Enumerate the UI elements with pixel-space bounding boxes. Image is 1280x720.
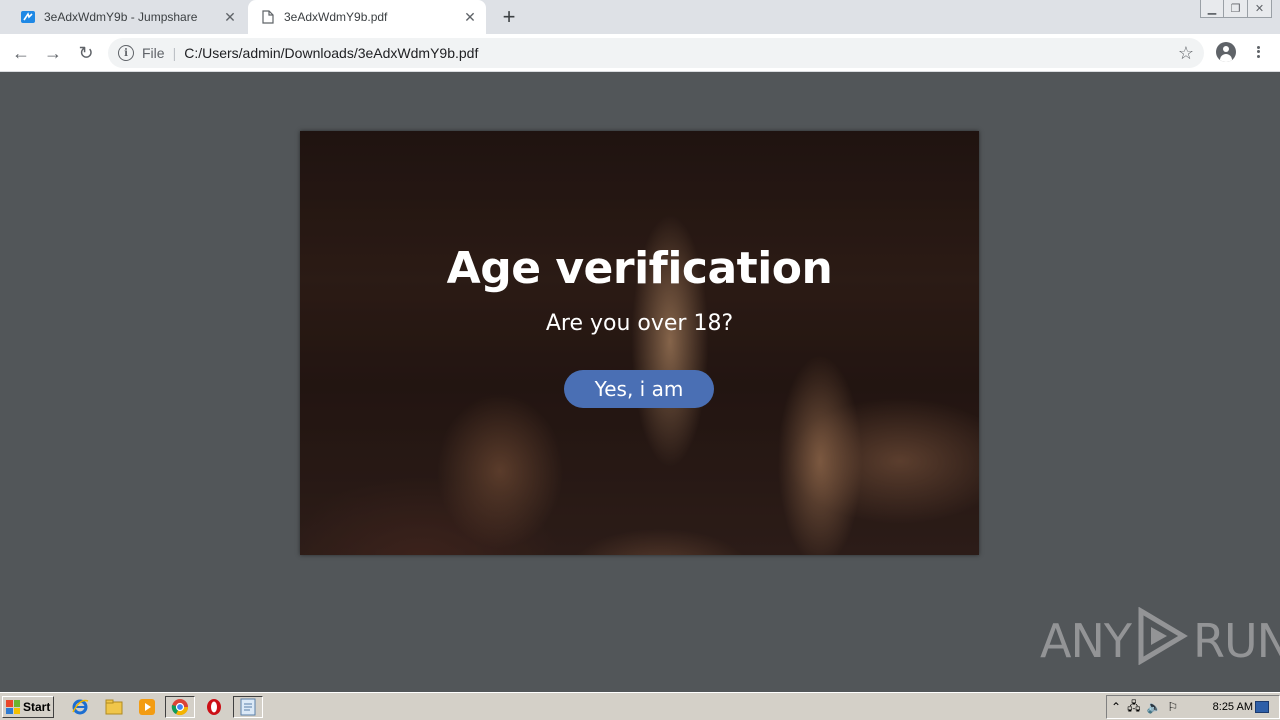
close-window-icon[interactable]: ✕ (1248, 0, 1272, 18)
forward-icon[interactable]: → (41, 41, 65, 65)
network-icon[interactable]: 🖧 (1127, 697, 1140, 718)
bookmark-star-icon[interactable]: ☆ (1178, 43, 1194, 64)
back-icon[interactable]: ← (9, 41, 33, 65)
tab-jumpshare[interactable]: 3eAdxWdmY9b - Jumpshare ✕ (8, 0, 246, 34)
explorer-icon[interactable] (104, 697, 124, 717)
browser-toolbar: ← → ↻ i File | C:/Users/admin/Downloads/… (0, 34, 1280, 72)
pdf-page: Age verification Are you over 18? Yes, i… (300, 131, 979, 555)
url-text[interactable]: C:/Users/admin/Downloads/3eAdxWdmY9b.pdf (184, 45, 478, 61)
scheme-label: File (142, 45, 165, 61)
tab-title: 3eAdxWdmY9b.pdf (284, 10, 388, 24)
start-button[interactable]: Start (2, 696, 54, 718)
profile-avatar-icon[interactable] (1216, 42, 1236, 62)
age-question: Are you over 18? (545, 311, 734, 336)
age-verification-title: Age verification (446, 243, 833, 294)
start-label: Start (23, 700, 51, 714)
window-controls: ▁ ❐ ✕ (1200, 0, 1272, 18)
volume-icon[interactable]: 🔈 (1146, 700, 1161, 714)
restore-icon[interactable]: ❐ (1224, 0, 1248, 18)
tab-pdf[interactable]: 3eAdxWdmY9b.pdf ✕ (248, 0, 486, 34)
play-logo-icon (1135, 606, 1189, 676)
ie-icon[interactable] (70, 697, 90, 717)
new-tab-button[interactable]: + (496, 4, 522, 29)
menu-icon[interactable] (1250, 42, 1266, 62)
windows-logo-icon (6, 700, 20, 714)
reload-icon[interactable]: ↻ (74, 41, 98, 65)
close-tab-icon[interactable]: ✕ (460, 7, 480, 27)
show-desktop-icon[interactable] (1255, 701, 1269, 713)
taskbar: Start ⌃ 🖧 🔈 ⚐ 8:25 AM (0, 692, 1280, 720)
document-icon (260, 9, 276, 25)
tray-expand-icon[interactable]: ⌃ (1111, 700, 1121, 714)
tab-title: 3eAdxWdmY9b - Jumpshare (44, 10, 198, 24)
info-icon[interactable]: i (118, 45, 134, 61)
clock[interactable]: 8:25 AM (1213, 701, 1253, 713)
jumpshare-icon (20, 9, 36, 25)
media-player-icon[interactable] (137, 697, 157, 717)
address-bar[interactable]: i File | C:/Users/admin/Downloads/3eAdxW… (108, 38, 1204, 68)
address-separator: | (172, 45, 177, 61)
system-tray: ⌃ 🖧 🔈 ⚐ 8:25 AM (1106, 695, 1280, 719)
confirm-age-button[interactable]: Yes, i am (564, 370, 714, 408)
action-center-flag-icon[interactable]: ⚐ (1167, 700, 1178, 714)
anyrun-watermark: ANY RUN (1040, 606, 1280, 672)
tab-strip: 3eAdxWdmY9b - Jumpshare ✕ 3eAdxWdmY9b.pd… (0, 0, 1280, 34)
opera-icon[interactable] (204, 697, 224, 717)
chrome-icon[interactable] (165, 696, 195, 718)
close-tab-icon[interactable]: ✕ (220, 7, 240, 27)
notepad-icon[interactable] (233, 696, 263, 718)
minimize-icon[interactable]: ▁ (1200, 0, 1224, 18)
watermark-right: RUN (1192, 614, 1280, 668)
watermark-left: ANY (1040, 614, 1132, 668)
